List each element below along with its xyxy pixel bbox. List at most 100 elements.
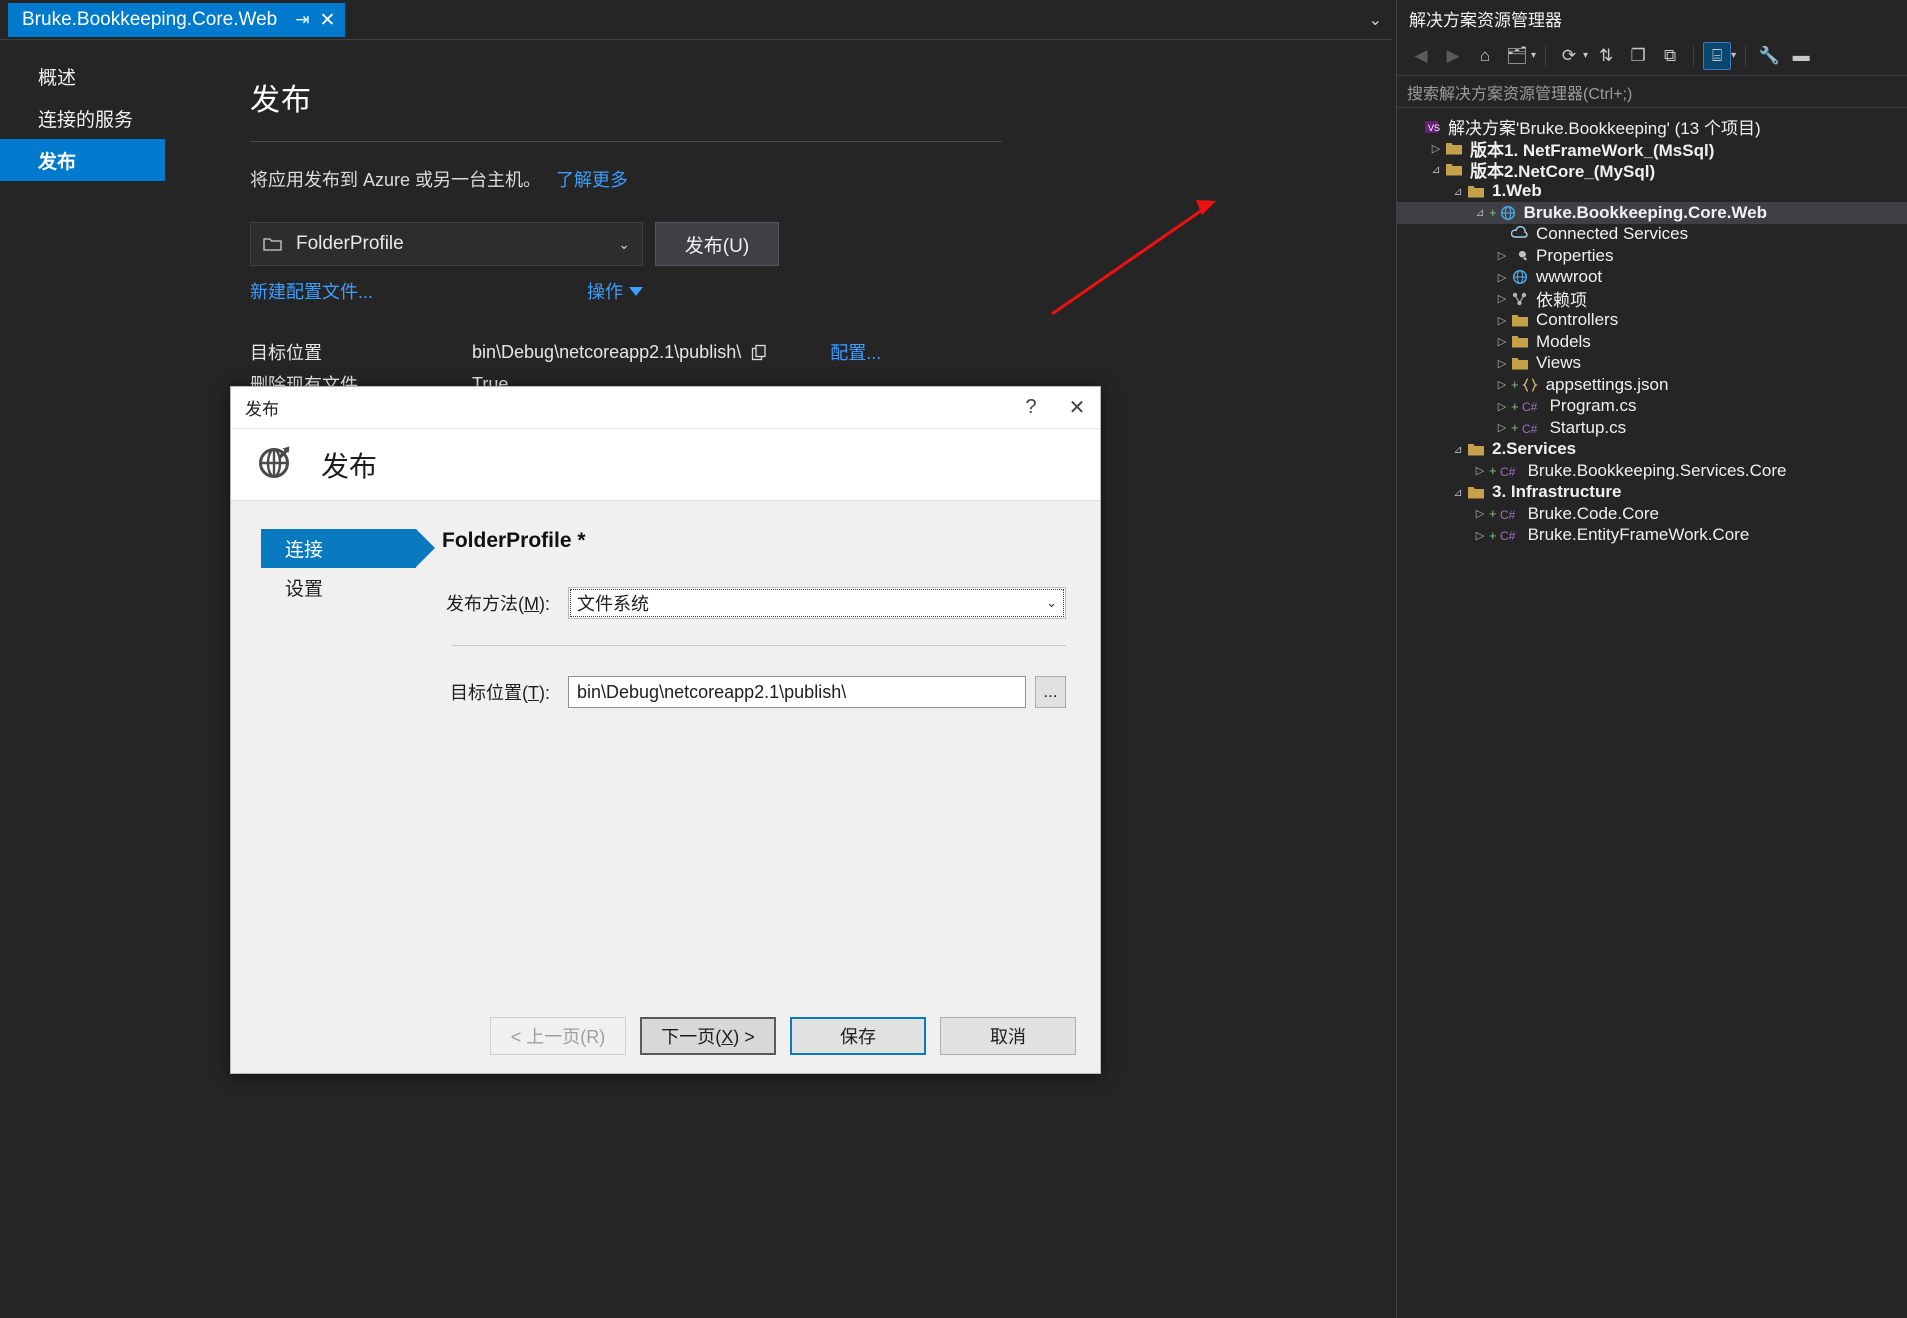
target-location-input[interactable]: bin\Debug\netcoreapp2.1\publish\ [568,676,1026,708]
chevron-down-icon[interactable]: ⌄ [1369,10,1382,30]
tree-node[interactable]: ⊿ 3. Infrastructure [1397,482,1907,504]
new-profile-link[interactable]: 新建配置文件... [250,278,373,304]
svg-text:C#: C# [1500,529,1516,543]
expander-collapsed-icon[interactable]: ▷ [1471,529,1489,542]
source-control-plus-icon: + [1511,420,1519,436]
expander-collapsed-icon[interactable]: ▷ [1493,335,1511,348]
collapse-all-icon[interactable]: ⧉ [1656,42,1684,70]
expander-expanded-icon[interactable]: ⊿ [1471,206,1489,219]
target-location-label: 目标位置(T): [450,683,550,703]
tree-node[interactable]: VS 解决方案'Bruke.Bookkeeping' (13 个项目) [1397,116,1907,138]
browse-button[interactable]: ... [1035,676,1066,708]
publish-globe-icon [255,442,295,487]
expander-collapsed-icon[interactable]: ▷ [1471,464,1489,477]
chevron-down-icon[interactable]: ▾ [1731,50,1736,61]
home-icon[interactable]: ⌂ [1471,42,1499,70]
nav-item-overview[interactable]: 概述 [0,55,165,97]
show-all-files-icon[interactable]: ❐ [1624,42,1652,70]
tree-node[interactable]: Connected Services [1397,224,1907,246]
pin-icon[interactable]: ⇥ [295,10,309,30]
solution-explorer-title: 解决方案资源管理器 [1397,0,1907,36]
publish-description: 将应用发布到 Azure 或另一台主机。 了解更多 [250,166,1250,192]
tab-settings[interactable]: 设置 [261,568,416,607]
expander-collapsed-icon[interactable]: ▷ [1493,357,1511,370]
expander-collapsed-icon[interactable]: ▷ [1493,378,1511,391]
expander-collapsed-icon[interactable]: ▷ [1427,142,1445,155]
tree-node[interactable]: ⊿ + Bruke.Bookkeeping.Core.Web [1397,202,1907,224]
tree-node[interactable]: ▷ + C# Program.cs [1397,396,1907,418]
tree-node[interactable]: ⊿ 2.Services [1397,439,1907,461]
expander-collapsed-icon[interactable]: ▷ [1493,249,1511,262]
publish-button-label: 发布(U) [684,235,750,257]
expander-expanded-icon[interactable]: ⊿ [1449,486,1467,499]
tree-node-label: Bruke.Code.Core [1527,503,1659,523]
chevron-down-icon[interactable]: ▾ [1531,50,1536,61]
tree-node[interactable]: ▷ 版本1. NetFrameWork_(MsSql) [1397,138,1907,160]
wrench-icon[interactable]: 🔧 [1755,42,1783,70]
profile-dropdown[interactable]: FolderProfile ⌄ [250,222,643,266]
tree-node[interactable]: ▷ Controllers [1397,310,1907,332]
properties-window-icon[interactable]: ⌸ [1703,41,1732,70]
minimize-icon[interactable]: ▬ [1787,42,1815,70]
expander-collapsed-icon[interactable]: ▷ [1493,400,1511,413]
tree-node[interactable]: ▷ + C# Bruke.Code.Core [1397,503,1907,525]
learn-more-link[interactable]: 了解更多 [556,170,628,190]
expander-collapsed-icon[interactable]: ▷ [1493,314,1511,327]
csharp-file-icon: C# [1521,420,1543,436]
profile-links-row: 新建配置文件... 操作 [250,278,643,304]
copy-icon[interactable] [751,344,768,361]
close-icon[interactable]: ✕ [1054,387,1100,429]
sync-icon[interactable]: ⇅ [1592,42,1620,70]
document-nav: 概述 连接的服务 发布 [0,55,165,181]
tree-node[interactable]: ▷ wwwroot [1397,267,1907,289]
publish-method-dropdown[interactable]: 文件系统 ⌄ [568,587,1066,619]
pending-changes-icon[interactable]: 🗂 [1503,42,1531,70]
dialog-banner: 发布 [231,429,1100,501]
refresh-icon[interactable]: ⟳ [1555,42,1583,70]
expander-collapsed-icon[interactable]: ▷ [1493,271,1511,284]
tab-connection[interactable]: 连接 [261,529,435,568]
configure-link[interactable]: 配置... [830,339,881,365]
expander-collapsed-icon[interactable]: ▷ [1493,292,1511,305]
tree-node[interactable]: ⊿ 版本2.NetCore_(MySql) [1397,159,1907,181]
forward-icon[interactable]: ▶ [1439,42,1467,70]
cancel-button[interactable]: 取消 [940,1017,1076,1055]
actions-dropdown[interactable]: 操作 [587,278,643,304]
setting-label: 目标位置 [250,343,322,363]
close-icon[interactable]: ✕ [320,9,336,32]
expander-collapsed-icon[interactable]: ▷ [1471,507,1489,520]
tree-node[interactable]: ▷ Models [1397,331,1907,353]
tree-node[interactable]: ▷ Properties [1397,245,1907,267]
nav-item-publish[interactable]: 发布 [0,139,165,181]
tree-node[interactable]: ▷ + appsettings.json [1397,374,1907,396]
previous-button[interactable]: < 上一页(R) [490,1017,626,1055]
setting-value: bin\Debug\netcoreapp2.1\publish\ [472,341,742,362]
nav-item-connected-services[interactable]: 连接的服务 [0,97,165,139]
tree-node-label: 2.Services [1492,439,1577,459]
svg-text:C#: C# [1500,508,1516,522]
help-icon[interactable]: ? [1008,387,1054,429]
chevron-down-icon[interactable]: ▾ [1583,50,1588,61]
dependencies-icon [1511,291,1529,307]
tree-node[interactable]: ▷ Views [1397,353,1907,375]
document-tab[interactable]: Bruke.Bookkeeping.Core.Web ⇥ ✕ [8,3,346,37]
expander-expanded-icon[interactable]: ⊿ [1449,443,1467,456]
search-input[interactable]: 搜索解决方案资源管理器(Ctrl+;) [1397,76,1907,108]
folder-icon [1467,442,1485,457]
tree-node[interactable]: ▷ + C# Bruke.Bookkeeping.Services.Core [1397,460,1907,482]
tree-node[interactable]: ▷ 依赖项 [1397,288,1907,310]
expander-expanded-icon[interactable]: ⊿ [1427,163,1445,176]
save-button[interactable]: 保存 [790,1017,926,1055]
expander-collapsed-icon[interactable]: ▷ [1493,421,1511,434]
tree-node-label: Views [1536,353,1582,373]
tree-node[interactable]: ▷ + C# Bruke.EntityFrameWork.Core [1397,525,1907,547]
previous-button-label: < 上一页(R) [510,1027,606,1047]
tree-node[interactable]: ⊿ 1.Web [1397,181,1907,203]
expander-expanded-icon[interactable]: ⊿ [1449,185,1467,198]
nav-item-label: 发布 [38,151,77,173]
back-icon[interactable]: ◀ [1407,42,1435,70]
profile-row: FolderProfile ⌄ 发布(U) [250,222,1250,266]
next-button[interactable]: 下一页(X) > [640,1017,776,1055]
publish-button[interactable]: 发布(U) [655,222,779,266]
tree-node[interactable]: ▷ + C# Startup.cs [1397,417,1907,439]
